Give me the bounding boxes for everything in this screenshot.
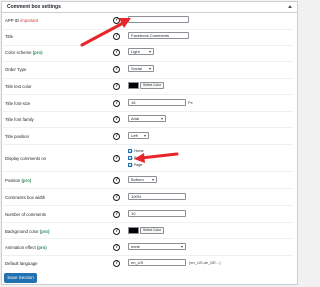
red-arrow-app-id bbox=[80, 18, 131, 47]
red-arrow-display-comments bbox=[134, 152, 179, 163]
annotation-arrows bbox=[80, 18, 179, 163]
